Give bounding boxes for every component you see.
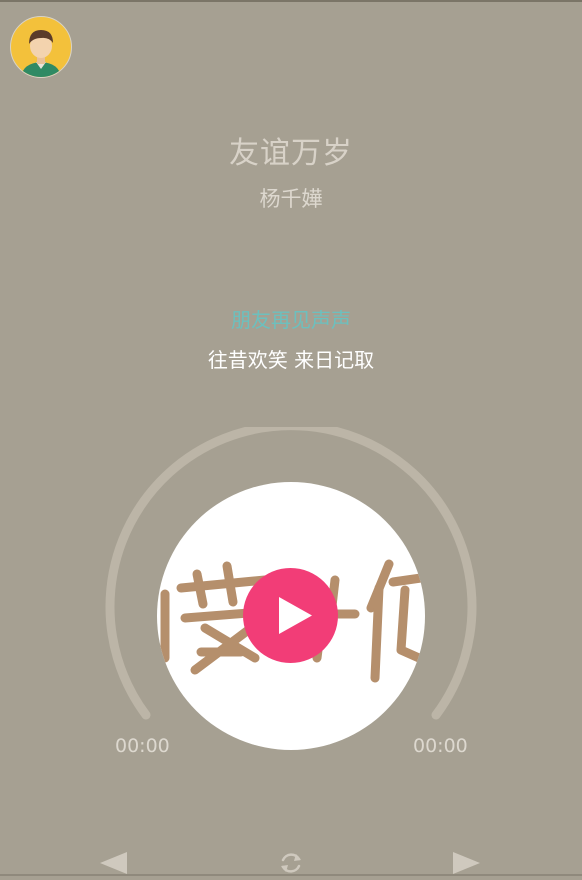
next-icon [453, 852, 480, 874]
previous-button[interactable] [98, 850, 130, 876]
user-avatar[interactable] [10, 16, 72, 78]
previous-icon [100, 852, 127, 874]
lyric-next-line: 往昔欢笑 来日记取 [207, 348, 375, 372]
song-title: 友谊万岁 [229, 136, 353, 171]
user-avatar-icon [21, 30, 61, 77]
play-icon [279, 597, 312, 634]
lyric-current-line: 朋友再见声声 [231, 308, 351, 332]
song-artist: 杨千嬅 [259, 187, 323, 211]
top-border [0, 0, 582, 2]
total-time: 00:00 [413, 735, 468, 757]
repeat-button[interactable] [276, 850, 306, 876]
next-button[interactable] [450, 850, 482, 876]
repeat-icon [281, 853, 301, 873]
elapsed-time: 00:00 [115, 735, 170, 757]
play-button[interactable] [243, 568, 338, 663]
